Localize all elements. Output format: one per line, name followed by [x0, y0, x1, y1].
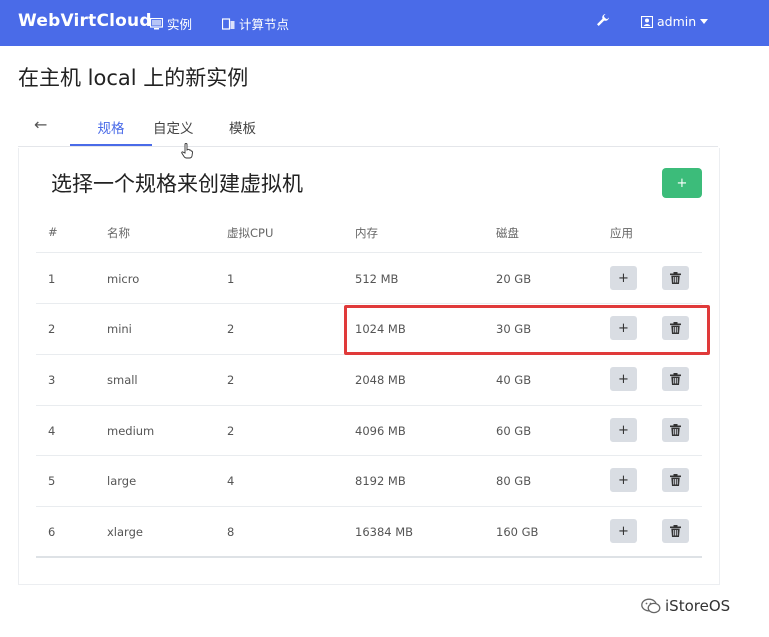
row-name: small	[107, 373, 138, 387]
create-instance-button[interactable]: +	[610, 266, 637, 290]
create-instance-button[interactable]: +	[610, 519, 637, 543]
delete-flavor-button[interactable]	[662, 266, 689, 290]
column-header-memory: 内存	[355, 226, 378, 240]
row-memory: 4096 MB	[355, 424, 406, 438]
row-name: large	[107, 474, 137, 488]
delete-flavor-button[interactable]	[662, 468, 689, 492]
trash-icon	[670, 272, 681, 284]
wechat-icon	[641, 598, 661, 614]
column-header-name: 名称	[107, 226, 130, 240]
row-memory: 512 MB	[355, 272, 399, 286]
row-index: 4	[48, 424, 56, 438]
column-header-apply: 应用	[610, 226, 633, 240]
user-name: admin	[657, 14, 697, 29]
row-disk: 160 GB	[496, 525, 539, 539]
back-arrow-icon[interactable]: ←	[34, 115, 47, 134]
row-name: xlarge	[107, 525, 143, 539]
settings-button[interactable]	[596, 13, 610, 27]
tab-flavor[interactable]: 规格	[88, 117, 134, 137]
monitor-icon	[150, 17, 163, 29]
page-title: 在主机 local 上的新实例	[18, 66, 249, 90]
trash-icon	[670, 525, 681, 537]
row-memory: 8192 MB	[355, 474, 406, 488]
row-index: 5	[48, 474, 56, 488]
row-memory: 16384 MB	[355, 525, 414, 539]
row-name: mini	[107, 322, 132, 336]
trash-icon	[670, 424, 681, 436]
server-icon	[222, 17, 235, 30]
tab-template[interactable]: 模板	[229, 117, 256, 137]
card-title: 选择一个规格来创建虚拟机	[51, 172, 303, 196]
row-name: medium	[107, 424, 155, 438]
watermark: iStoreOS	[641, 597, 730, 615]
table-divider	[36, 252, 702, 253]
column-header-disk: 磁盘	[496, 226, 519, 240]
row-memory: 2048 MB	[355, 373, 406, 387]
nav-compute-nodes-label: 计算节点	[239, 17, 290, 32]
table-bottom-border	[36, 556, 702, 558]
row-disk: 60 GB	[496, 424, 532, 438]
create-instance-button[interactable]: +	[610, 418, 637, 442]
row-disk: 20 GB	[496, 272, 532, 286]
row-vcpu: 2	[227, 373, 235, 387]
nav-instances-label: 实例	[167, 17, 193, 32]
active-tab-indicator	[70, 144, 152, 146]
top-navbar: WebVirtCloud 实例 计算节点 admin	[0, 0, 769, 46]
column-header-vcpu: 虚拟CPU	[227, 226, 274, 240]
nav-instances[interactable]: 实例	[150, 14, 192, 33]
create-instance-button[interactable]: +	[610, 468, 637, 492]
row-index: 6	[48, 525, 56, 539]
table-divider	[36, 405, 702, 406]
row-index: 2	[48, 322, 56, 336]
wrench-icon	[597, 14, 609, 26]
user-menu[interactable]: admin	[641, 14, 709, 29]
user-icon	[641, 15, 653, 28]
highlight-annotation-box	[344, 305, 710, 355]
trash-icon	[670, 373, 681, 385]
tab-bar: ← 规格 自定义 模板	[18, 108, 718, 147]
delete-flavor-button[interactable]	[662, 418, 689, 442]
row-vcpu: 2	[227, 322, 235, 336]
row-index: 3	[48, 373, 56, 387]
table-divider	[36, 506, 702, 507]
watermark-text: iStoreOS	[665, 597, 731, 615]
create-instance-button[interactable]: +	[610, 367, 637, 391]
tab-custom[interactable]: 自定义	[153, 117, 194, 137]
delete-flavor-button[interactable]	[662, 367, 689, 391]
table-divider	[36, 455, 702, 456]
brand-logo[interactable]: WebVirtCloud	[18, 11, 152, 31]
table-divider	[36, 303, 702, 304]
nav-compute-nodes[interactable]: 计算节点	[222, 14, 289, 33]
row-vcpu: 2	[227, 424, 235, 438]
caret-down-icon	[700, 18, 709, 24]
row-vcpu: 8	[227, 525, 235, 539]
column-header-index: #	[48, 225, 58, 239]
row-disk: 80 GB	[496, 474, 532, 488]
trash-icon	[670, 474, 681, 486]
delete-flavor-button[interactable]	[662, 519, 689, 543]
row-index: 1	[48, 272, 56, 286]
row-vcpu: 1	[227, 272, 235, 286]
add-flavor-button[interactable]: +	[662, 168, 702, 198]
row-disk: 40 GB	[496, 373, 532, 387]
row-name: micro	[107, 272, 140, 286]
row-vcpu: 4	[227, 474, 235, 488]
